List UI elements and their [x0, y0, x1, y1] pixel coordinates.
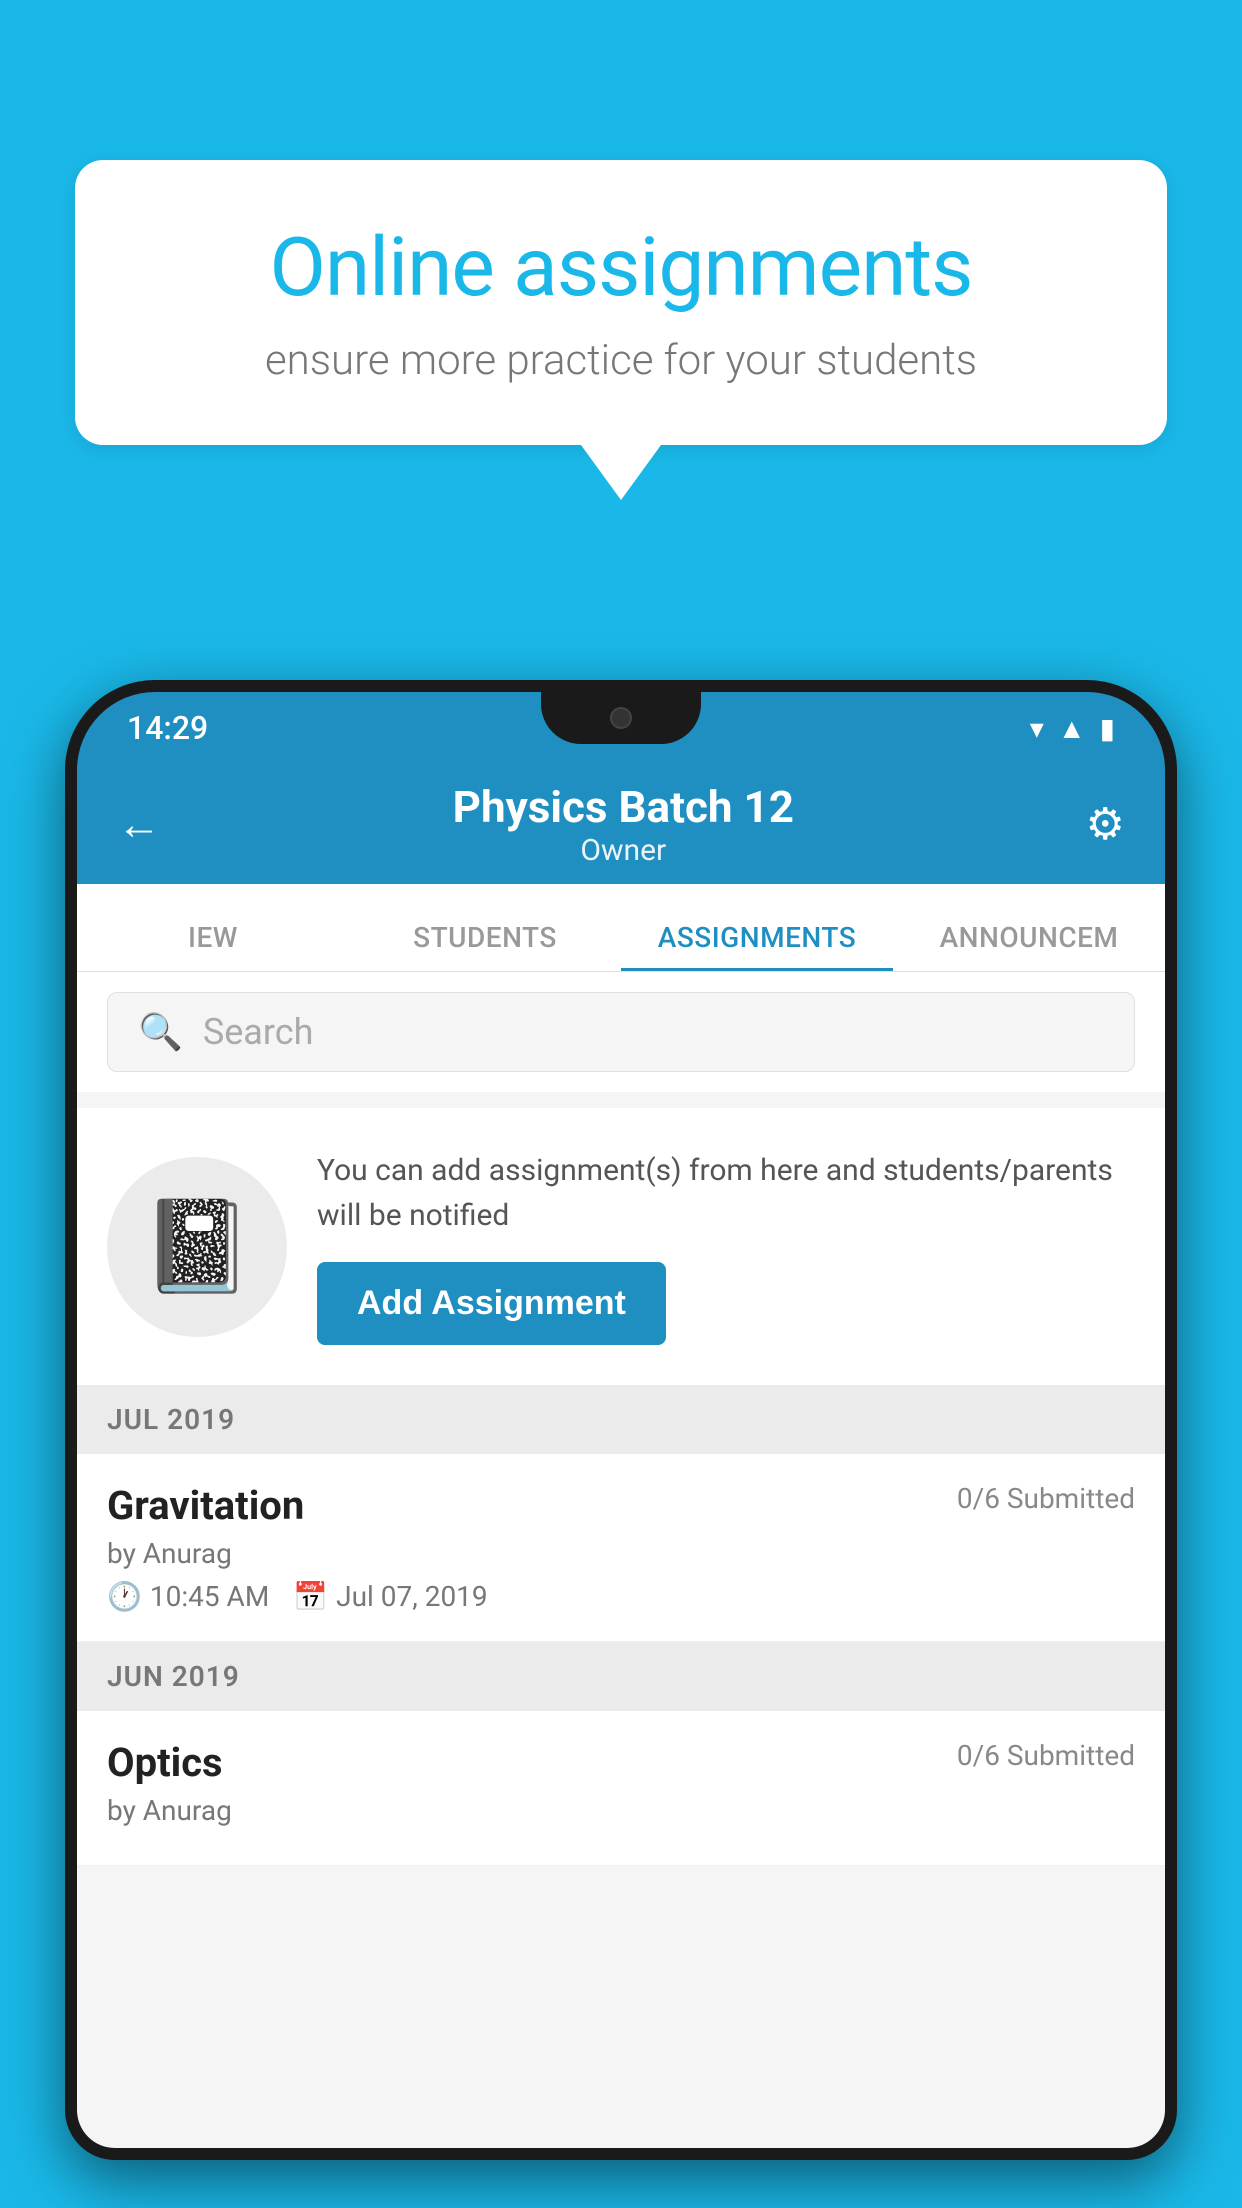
phone-frame: 14:29 ▾ ▲ ▮ ← Physics Batch 12 Owner ⚙: [65, 680, 1177, 2160]
assignment-item-gravitation[interactable]: Gravitation 0/6 Submitted by Anurag 🕐 10…: [77, 1454, 1165, 1642]
status-icons: ▾ ▲ ▮: [1030, 712, 1115, 745]
gear-icon[interactable]: ⚙: [1086, 798, 1125, 850]
assignment-icon-circle: 📓: [107, 1157, 287, 1337]
section-header-jun: JUN 2019: [77, 1642, 1165, 1711]
assignment-time: 🕐 10:45 AM: [107, 1580, 269, 1613]
clock-icon: 🕐: [107, 1580, 142, 1613]
back-button[interactable]: ←: [117, 798, 161, 850]
assignment-card-right: You can add assignment(s) from here and …: [317, 1148, 1135, 1345]
status-time: 14:29: [127, 709, 208, 747]
search-icon: 🔍: [138, 1011, 183, 1053]
battery-icon: ▮: [1100, 712, 1115, 745]
app-header: ← Physics Batch 12 Owner ⚙: [77, 764, 1165, 884]
tab-iew[interactable]: IEW: [77, 884, 349, 971]
signal-icon: ▲: [1058, 712, 1086, 745]
assignment-item-header: Gravitation 0/6 Submitted: [107, 1482, 1135, 1529]
header-title: Physics Batch 12: [161, 781, 1086, 833]
speech-bubble-subtitle: ensure more practice for your students: [145, 336, 1097, 385]
camera-dot: [610, 707, 632, 729]
notch: [541, 692, 701, 744]
assignment-date: 📅 Jul 07, 2019: [293, 1580, 487, 1613]
assignment-submitted: 0/6 Submitted: [957, 1482, 1135, 1515]
speech-bubble-title: Online assignments: [145, 220, 1097, 316]
speech-bubble: Online assignments ensure more practice …: [75, 160, 1167, 445]
assignment-name-optics: Optics: [107, 1739, 223, 1786]
add-assignment-card: 📓 You can add assignment(s) from here an…: [77, 1108, 1165, 1385]
calendar-icon: 📅: [293, 1580, 328, 1613]
search-input[interactable]: Search: [203, 1011, 314, 1053]
assignment-by: by Anurag: [107, 1537, 1135, 1570]
assignment-meta: 🕐 10:45 AM 📅 Jul 07, 2019: [107, 1580, 1135, 1613]
assignment-item-header-optics: Optics 0/6 Submitted: [107, 1739, 1135, 1786]
tab-announcements[interactable]: ANNOUNCEM: [893, 884, 1165, 971]
assignment-name: Gravitation: [107, 1482, 304, 1529]
search-bar-container: 🔍 Search: [77, 972, 1165, 1092]
phone-screen: 14:29 ▾ ▲ ▮ ← Physics Batch 12 Owner ⚙: [77, 692, 1165, 2148]
phone-wrapper: 14:29 ▾ ▲ ▮ ← Physics Batch 12 Owner ⚙: [65, 680, 1177, 2208]
assignment-by-optics: by Anurag: [107, 1794, 1135, 1827]
speech-bubble-container: Online assignments ensure more practice …: [75, 160, 1167, 500]
tab-bar: IEW STUDENTS ASSIGNMENTS ANNOUNCEM: [77, 884, 1165, 972]
section-header-jul: JUL 2019: [77, 1385, 1165, 1454]
assignment-description: You can add assignment(s) from here and …: [317, 1148, 1135, 1238]
tab-assignments[interactable]: ASSIGNMENTS: [621, 884, 893, 971]
wifi-icon: ▾: [1030, 712, 1044, 745]
notebook-icon: 📓: [141, 1194, 253, 1299]
phone-content: 🔍 Search 📓 You can add assignment(s) fro…: [77, 972, 1165, 2148]
search-bar[interactable]: 🔍 Search: [107, 992, 1135, 1072]
assignment-submitted-optics: 0/6 Submitted: [957, 1739, 1135, 1772]
assignment-item-optics[interactable]: Optics 0/6 Submitted by Anurag: [77, 1711, 1165, 1866]
header-subtitle: Owner: [161, 833, 1086, 868]
add-assignment-button[interactable]: Add Assignment: [317, 1262, 666, 1345]
tab-students[interactable]: STUDENTS: [349, 884, 621, 971]
header-center: Physics Batch 12 Owner: [161, 781, 1086, 868]
speech-bubble-tail: [581, 445, 661, 500]
status-bar: 14:29 ▾ ▲ ▮: [77, 692, 1165, 764]
